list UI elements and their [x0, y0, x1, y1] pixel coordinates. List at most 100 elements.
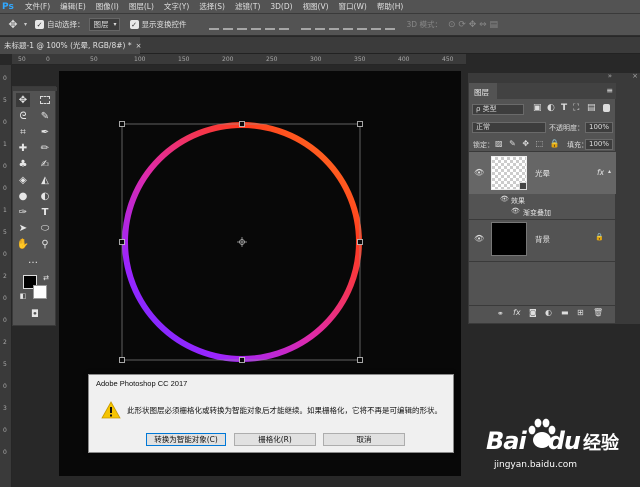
hand-tool-icon[interactable]: ✋ — [16, 237, 30, 251]
menu-image[interactable]: 图像(I) — [91, 1, 124, 12]
align-top-icon[interactable] — [208, 20, 219, 30]
filter-type-icon[interactable]: T — [561, 103, 567, 113]
link-layers-icon[interactable]: ⚭ — [497, 309, 504, 318]
auto-select-dropdown[interactable]: 图层 — [88, 18, 120, 31]
more-tools-icon[interactable]: … — [26, 253, 40, 267]
layer-filter-dropdown[interactable]: ρ 类型 — [472, 104, 524, 115]
filter-smart-icon[interactable]: ▤ — [587, 103, 596, 113]
blur-tool-icon[interactable]: ● — [16, 189, 30, 203]
lock-icons[interactable]: ▨ ✎ ✥ ⬚ 🔒 — [495, 139, 562, 148]
close-tab-icon[interactable]: × — [136, 42, 142, 50]
paint-bucket-tool-icon[interactable]: ◭ — [38, 173, 52, 187]
panel-menu-icon[interactable]: ≡ — [606, 86, 613, 95]
opacity-input[interactable]: 100% — [585, 122, 613, 133]
gradient-overlay-row[interactable]: 👁 渐变叠加 — [469, 206, 617, 218]
align-hcenter-icon[interactable] — [264, 20, 275, 30]
brush-tool-icon[interactable]: ✏ — [38, 141, 52, 155]
menu-layer[interactable]: 图层(L) — [124, 1, 159, 12]
distribute-top-icon[interactable] — [300, 20, 311, 30]
menu-3d[interactable]: 3D(D) — [265, 2, 297, 11]
new-layer-icon[interactable]: ⊞ — [577, 308, 584, 317]
blend-mode-dropdown[interactable]: 正常 — [472, 122, 546, 133]
align-bottom-icon[interactable] — [236, 20, 247, 30]
align-left-icon[interactable] — [250, 20, 261, 30]
swap-colors-icon[interactable]: ⇄ — [39, 271, 53, 285]
menu-view[interactable]: 视图(V) — [298, 1, 334, 12]
distribute-right-icon[interactable] — [370, 20, 381, 30]
zoom-tool-icon[interactable]: ⚲ — [38, 237, 52, 251]
clone-stamp-tool-icon[interactable]: ♣ — [16, 157, 30, 171]
layer-row-glow[interactable]: 👁 光晕 fx ▴ — [469, 152, 617, 194]
menu-help[interactable]: 帮助(H) — [372, 1, 409, 12]
rasterize-button[interactable]: 栅格化(R) — [234, 433, 316, 446]
auto-select-checkbox[interactable]: ✓ — [35, 20, 45, 29]
layer-row-background[interactable]: 👁 背景 🔒 — [469, 220, 617, 260]
distribute-bottom-icon[interactable] — [328, 20, 339, 30]
menu-filter[interactable]: 滤镜(T) — [230, 1, 265, 12]
3d-orbit-icon[interactable]: ⊙ ⟳ ✥ ⇔ ▤ — [448, 20, 498, 30]
menu-select[interactable]: 选择(S) — [194, 1, 230, 12]
jingyan-url: jingyan.baidu.com — [494, 460, 578, 470]
menu-type[interactable]: 文字(Y) — [159, 1, 194, 12]
filter-adjust-icon[interactable]: ◐ — [547, 103, 555, 113]
filter-pixel-icon[interactable]: ▣ — [533, 103, 542, 113]
transform-center-icon[interactable] — [237, 237, 247, 247]
distribute-hcenter-icon[interactable] — [356, 20, 367, 30]
add-mask-icon[interactable]: ◙ — [529, 308, 537, 317]
layer-name[interactable]: 光晕 — [535, 168, 550, 179]
tool-preset-arrow-icon[interactable]: ▾ — [24, 21, 27, 28]
distribute-vcenter-icon[interactable] — [314, 20, 325, 30]
fill-input[interactable]: 100% — [585, 139, 613, 150]
align-right-icon[interactable] — [278, 20, 289, 30]
type-tool-icon[interactable]: T — [38, 205, 52, 219]
eyedropper-tool-icon[interactable]: ✒ — [38, 125, 52, 139]
ruler-tick-label: 50 — [18, 56, 26, 63]
dodge-tool-icon[interactable]: ◐ — [38, 189, 52, 203]
pen-tool-icon[interactable]: ✑ — [16, 205, 30, 219]
menu-window[interactable]: 窗口(W) — [334, 1, 372, 12]
layers-panel-footer: ⚭ fx ◙ ◐ ▬ ⊞ 🗑 — [469, 305, 617, 323]
expand-effects-icon[interactable]: ▴ — [608, 168, 611, 175]
default-colors-icon[interactable]: ◧ — [16, 289, 30, 303]
layer-name[interactable]: 背景 — [535, 234, 550, 245]
gradient-overlay-visibility-icon[interactable]: 👁 — [511, 207, 520, 215]
move-tool-icon[interactable]: ✥ — [16, 93, 30, 107]
show-transform-checkbox[interactable]: ✓ — [129, 20, 139, 29]
quick-select-tool-icon[interactable]: ✎ — [38, 109, 52, 123]
background-color-swatch[interactable] — [33, 285, 47, 299]
crop-tool-icon[interactable]: ⌗ — [16, 125, 30, 139]
layers-panel-tab[interactable]: 图层 — [469, 83, 497, 99]
effects-visibility-icon[interactable]: 👁 — [500, 195, 509, 203]
auto-align-icon[interactable] — [384, 20, 395, 30]
distribute-left-icon[interactable] — [342, 20, 353, 30]
add-style-icon[interactable]: fx — [513, 308, 521, 317]
adjustment-layer-icon[interactable]: ◐ — [545, 308, 552, 317]
effects-row[interactable]: 👁 效果 — [469, 194, 617, 206]
align-vcenter-icon[interactable] — [222, 20, 233, 30]
path-select-tool-icon[interactable]: ➤ — [16, 221, 30, 235]
delete-layer-icon[interactable]: 🗑 — [593, 308, 603, 317]
lasso-tool-icon[interactable]: ᘓ — [16, 109, 30, 123]
eraser-tool-icon[interactable]: ◈ — [16, 173, 30, 187]
shape-tool-icon[interactable]: ⬭ — [38, 221, 52, 235]
new-group-icon[interactable]: ▬ — [561, 308, 569, 317]
ruler-tick-label: 3 — [3, 405, 7, 412]
quick-mask-icon[interactable]: ◘ — [28, 307, 42, 321]
filter-toggle-icon[interactable] — [603, 104, 610, 112]
healing-brush-tool-icon[interactable]: ✚ — [16, 141, 30, 155]
move-tool-icon[interactable]: ✥ — [2, 18, 24, 31]
cancel-button[interactable]: 取消 — [323, 433, 405, 446]
document-tab[interactable]: 未标题-1 @ 100% (光晕, RGB/8#) * × — [0, 37, 142, 54]
menu-file[interactable]: 文件(F) — [20, 1, 55, 12]
ruler-tick-label: 200 — [222, 56, 234, 63]
marquee-tool-icon[interactable] — [38, 93, 52, 107]
convert-to-smart-object-button[interactable]: 转换为智能对象(C) — [146, 433, 226, 446]
history-brush-tool-icon[interactable]: ✍ — [38, 157, 52, 171]
menu-edit[interactable]: 编辑(E) — [55, 1, 91, 12]
visibility-eye-icon[interactable]: 👁 — [474, 234, 484, 243]
collapse-panels-icon[interactable]: » — [608, 72, 612, 80]
filter-shape-icon[interactable]: ⛶ — [573, 103, 579, 113]
close-panel-icon[interactable]: × — [632, 72, 638, 80]
layer-fx-badge[interactable]: fx — [597, 168, 604, 177]
visibility-eye-icon[interactable]: 👁 — [474, 168, 484, 177]
